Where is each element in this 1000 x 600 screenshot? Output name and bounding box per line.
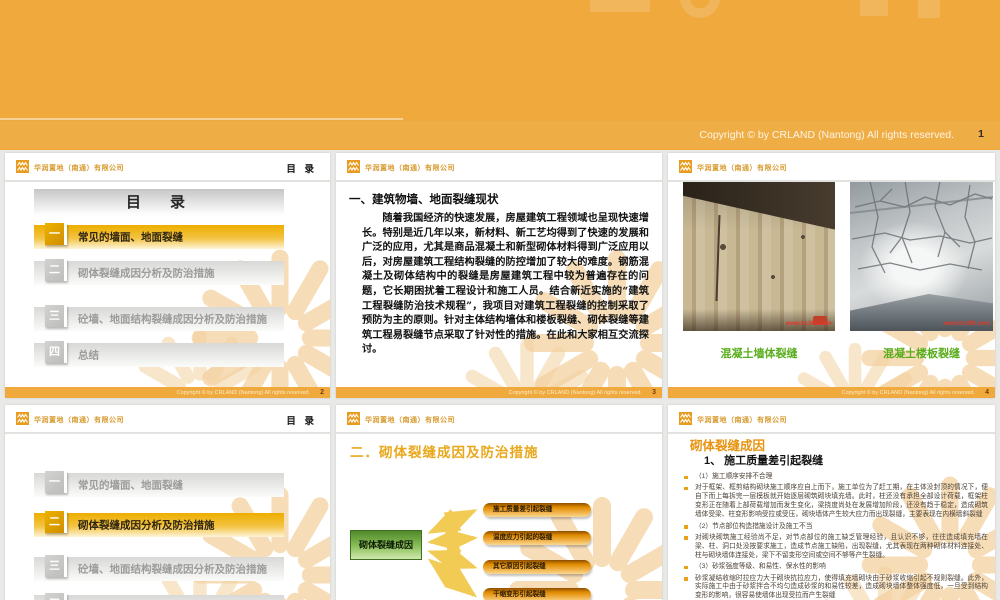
photo-watermark: www.hc360.com <box>943 321 990 327</box>
bullet-item: 对砌块砌筑施工经验尚不足，对节点部位的施工缺乏管理经验，且认识不够，往往造成填充… <box>682 534 988 561</box>
company-name: 华润置地（南通）有限公司 <box>365 165 455 172</box>
photo-watermark: www.hc360.com <box>785 321 832 327</box>
slide-header: 华润置地（南通）有限公司 <box>336 153 662 182</box>
banner-watermark-decoration <box>590 0 650 12</box>
banner-watermark-decoration <box>860 0 888 16</box>
toc-item-2: 二 砌体裂缝成因分析及防治措施 <box>34 511 284 537</box>
crland-logo-icon <box>679 412 692 425</box>
banner-watermark-decoration <box>680 0 720 18</box>
bullet-list: （1）施工顺序安排不合理 对于框架、框剪结构砌块施工顺序应自上而下，施工单位为了… <box>682 473 988 600</box>
toc-item-4: 四 总结 <box>34 341 284 367</box>
slide-header: 华润置地（南通）有限公司 <box>336 405 662 434</box>
diagram-source-box: 砌体裂缝成因 <box>350 530 422 560</box>
banner-divider-line <box>0 118 403 120</box>
slide-header: 华润置地（南通）有限公司 <box>668 405 995 434</box>
bullet-item: （3）砂浆强度等级、和易性、保水性的影响 <box>682 563 988 572</box>
slide-footer: Copyright © by CRLAND (Nantong) All righ… <box>5 387 330 398</box>
slide-body-text: 随着我国经济的快速发展，房屋建筑工程领域也呈现快速增长。特别是近几年以来，新材料… <box>362 212 649 356</box>
footer-copyright: Copyright © by CRLAND (Nantong) All righ… <box>841 389 975 396</box>
slide-thumbnail-photos[interactable]: 华润置地（南通）有限公司 www.hc360.com www.hc360.com <box>668 153 995 398</box>
slide-footer: Copyright © by CRLAND (Nantong) All righ… <box>668 387 995 398</box>
slide-footer: Copyright © by CRLAND (Nantong) All righ… <box>336 387 662 398</box>
slide-title: 一、建筑物墙、地面裂缝现状 <box>349 194 499 206</box>
toc-item-2: 二 砌体裂缝成因分析及防治措施 <box>34 259 284 285</box>
diagram-cause-1: 施工质量差引起裂缝 <box>483 503 591 517</box>
crland-logo-icon <box>347 412 360 425</box>
company-name: 华润置地（南通）有限公司 <box>34 417 124 424</box>
photo-wall-dark-band <box>683 177 835 230</box>
footer-page-number: 2 <box>320 388 324 396</box>
slide-subtitle: 1、 施工质量差引起裂缝 <box>704 455 824 467</box>
banner-copyright: Copyright © by CRLAND (Nantong) All righ… <box>699 129 954 141</box>
bullet-item: （2）节点部位构造措施设计及施工不当 <box>682 523 988 532</box>
toc-item-3: 三 砼墙、地面结构裂缝成因分析及防治措施 <box>34 305 284 331</box>
photo-concrete-slab-crack: www.hc360.com <box>850 177 993 331</box>
company-name: 华润置地（南通）有限公司 <box>697 417 787 424</box>
bullet-item: 砂浆凝结收缩时拉应力大于砌块抗拉应力，使得填充墙砌块由于砂浆收缩引起不规则裂缝。… <box>682 575 988 600</box>
slide-header: 华润置地（南通）有限公司 目 录 <box>5 405 330 434</box>
toc-item-1: 一 常见的墙面、地面裂缝 <box>34 223 284 249</box>
footer-page-number: 4 <box>985 388 989 396</box>
toc-item-1: 一 常见的墙面、地面裂缝 <box>34 471 284 497</box>
diagram-cause-3: 其它原因引起裂缝 <box>483 560 591 574</box>
crland-logo-icon <box>16 160 29 173</box>
toc-item-3: 三 砼墙、地面结构裂缝成因分析及防治措施 <box>34 555 284 581</box>
photo-caption-wall: 混凝土墙体裂缝 <box>720 348 798 360</box>
slide-thumbnail-toc-2[interactable]: 华润置地（南通）有限公司 目 录 一 常见的墙面、地面裂缝 二 砌体裂缝成因分析… <box>5 405 330 600</box>
photo-concrete-wall-crack: www.hc360.com <box>683 177 835 331</box>
slide-header: 华润置地（南通）有限公司 目 录 <box>5 153 330 182</box>
header-section-label: 目 录 <box>286 416 317 427</box>
crland-logo-icon <box>347 160 360 173</box>
banner-slide1-bottom: Copyright © by CRLAND (Nantong) All righ… <box>0 0 1000 150</box>
photo-caption-slab: 混凝土楼板裂缝 <box>883 348 960 360</box>
banner-page-number: 1 <box>978 128 984 140</box>
slide-thumbnail-toc-1[interactable]: 华润置地（南通）有限公司 目 录 目 录 一 常见的墙面、地面裂缝 二 砌体裂缝… <box>5 153 330 398</box>
footer-copyright: Copyright © by CRLAND (Nantong) All righ… <box>508 389 642 396</box>
bullet-item: （1）施工顺序安排不合理 <box>682 473 988 482</box>
company-name: 华润置地（南通）有限公司 <box>365 417 455 424</box>
photo-wall-crack-line <box>715 215 721 301</box>
header-section-label: 目 录 <box>286 164 317 175</box>
footer-page-number: 3 <box>652 388 656 396</box>
footer-copyright: Copyright © by CRLAND (Nantong) All righ… <box>176 389 310 396</box>
banner-watermark-decoration <box>918 0 940 18</box>
toc-item-4: 四 总结 <box>34 593 284 600</box>
toc-title: 目 录 <box>34 189 284 217</box>
crland-logo-icon <box>16 412 29 425</box>
slide-thumbnail-diagram[interactable]: 华润置地（南通）有限公司 二．砌体裂缝成因及防治措施 砌体裂缝成因 施工质量差引… <box>336 405 662 600</box>
bullet-item: 对于框架、框剪结构砌块施工顺序应自上而下，施工单位为了赶工期，在主体没封顶的情况… <box>682 484 988 520</box>
crland-logo-icon <box>679 160 692 173</box>
diagram-cause-2: 温度应力引起的裂缝 <box>483 531 591 545</box>
company-name: 华润置地（南通）有限公司 <box>34 165 124 172</box>
slide-header: 华润置地（南通）有限公司 <box>668 153 995 182</box>
diagram-cause-4: 干缩变形引起裂缝 <box>483 588 591 600</box>
slide-thumbnail-detail[interactable]: 华润置地（南通）有限公司 砌体裂缝成因 1、 施工质量差引起裂缝 （1）施工顺序… <box>668 405 995 600</box>
company-name: 华润置地（南通）有限公司 <box>697 165 787 172</box>
slide-thumbnail-intro[interactable]: 华润置地（南通）有限公司 一、建筑物墙、地面裂缝现状 随着我国经济的快速发展，房… <box>336 153 662 398</box>
